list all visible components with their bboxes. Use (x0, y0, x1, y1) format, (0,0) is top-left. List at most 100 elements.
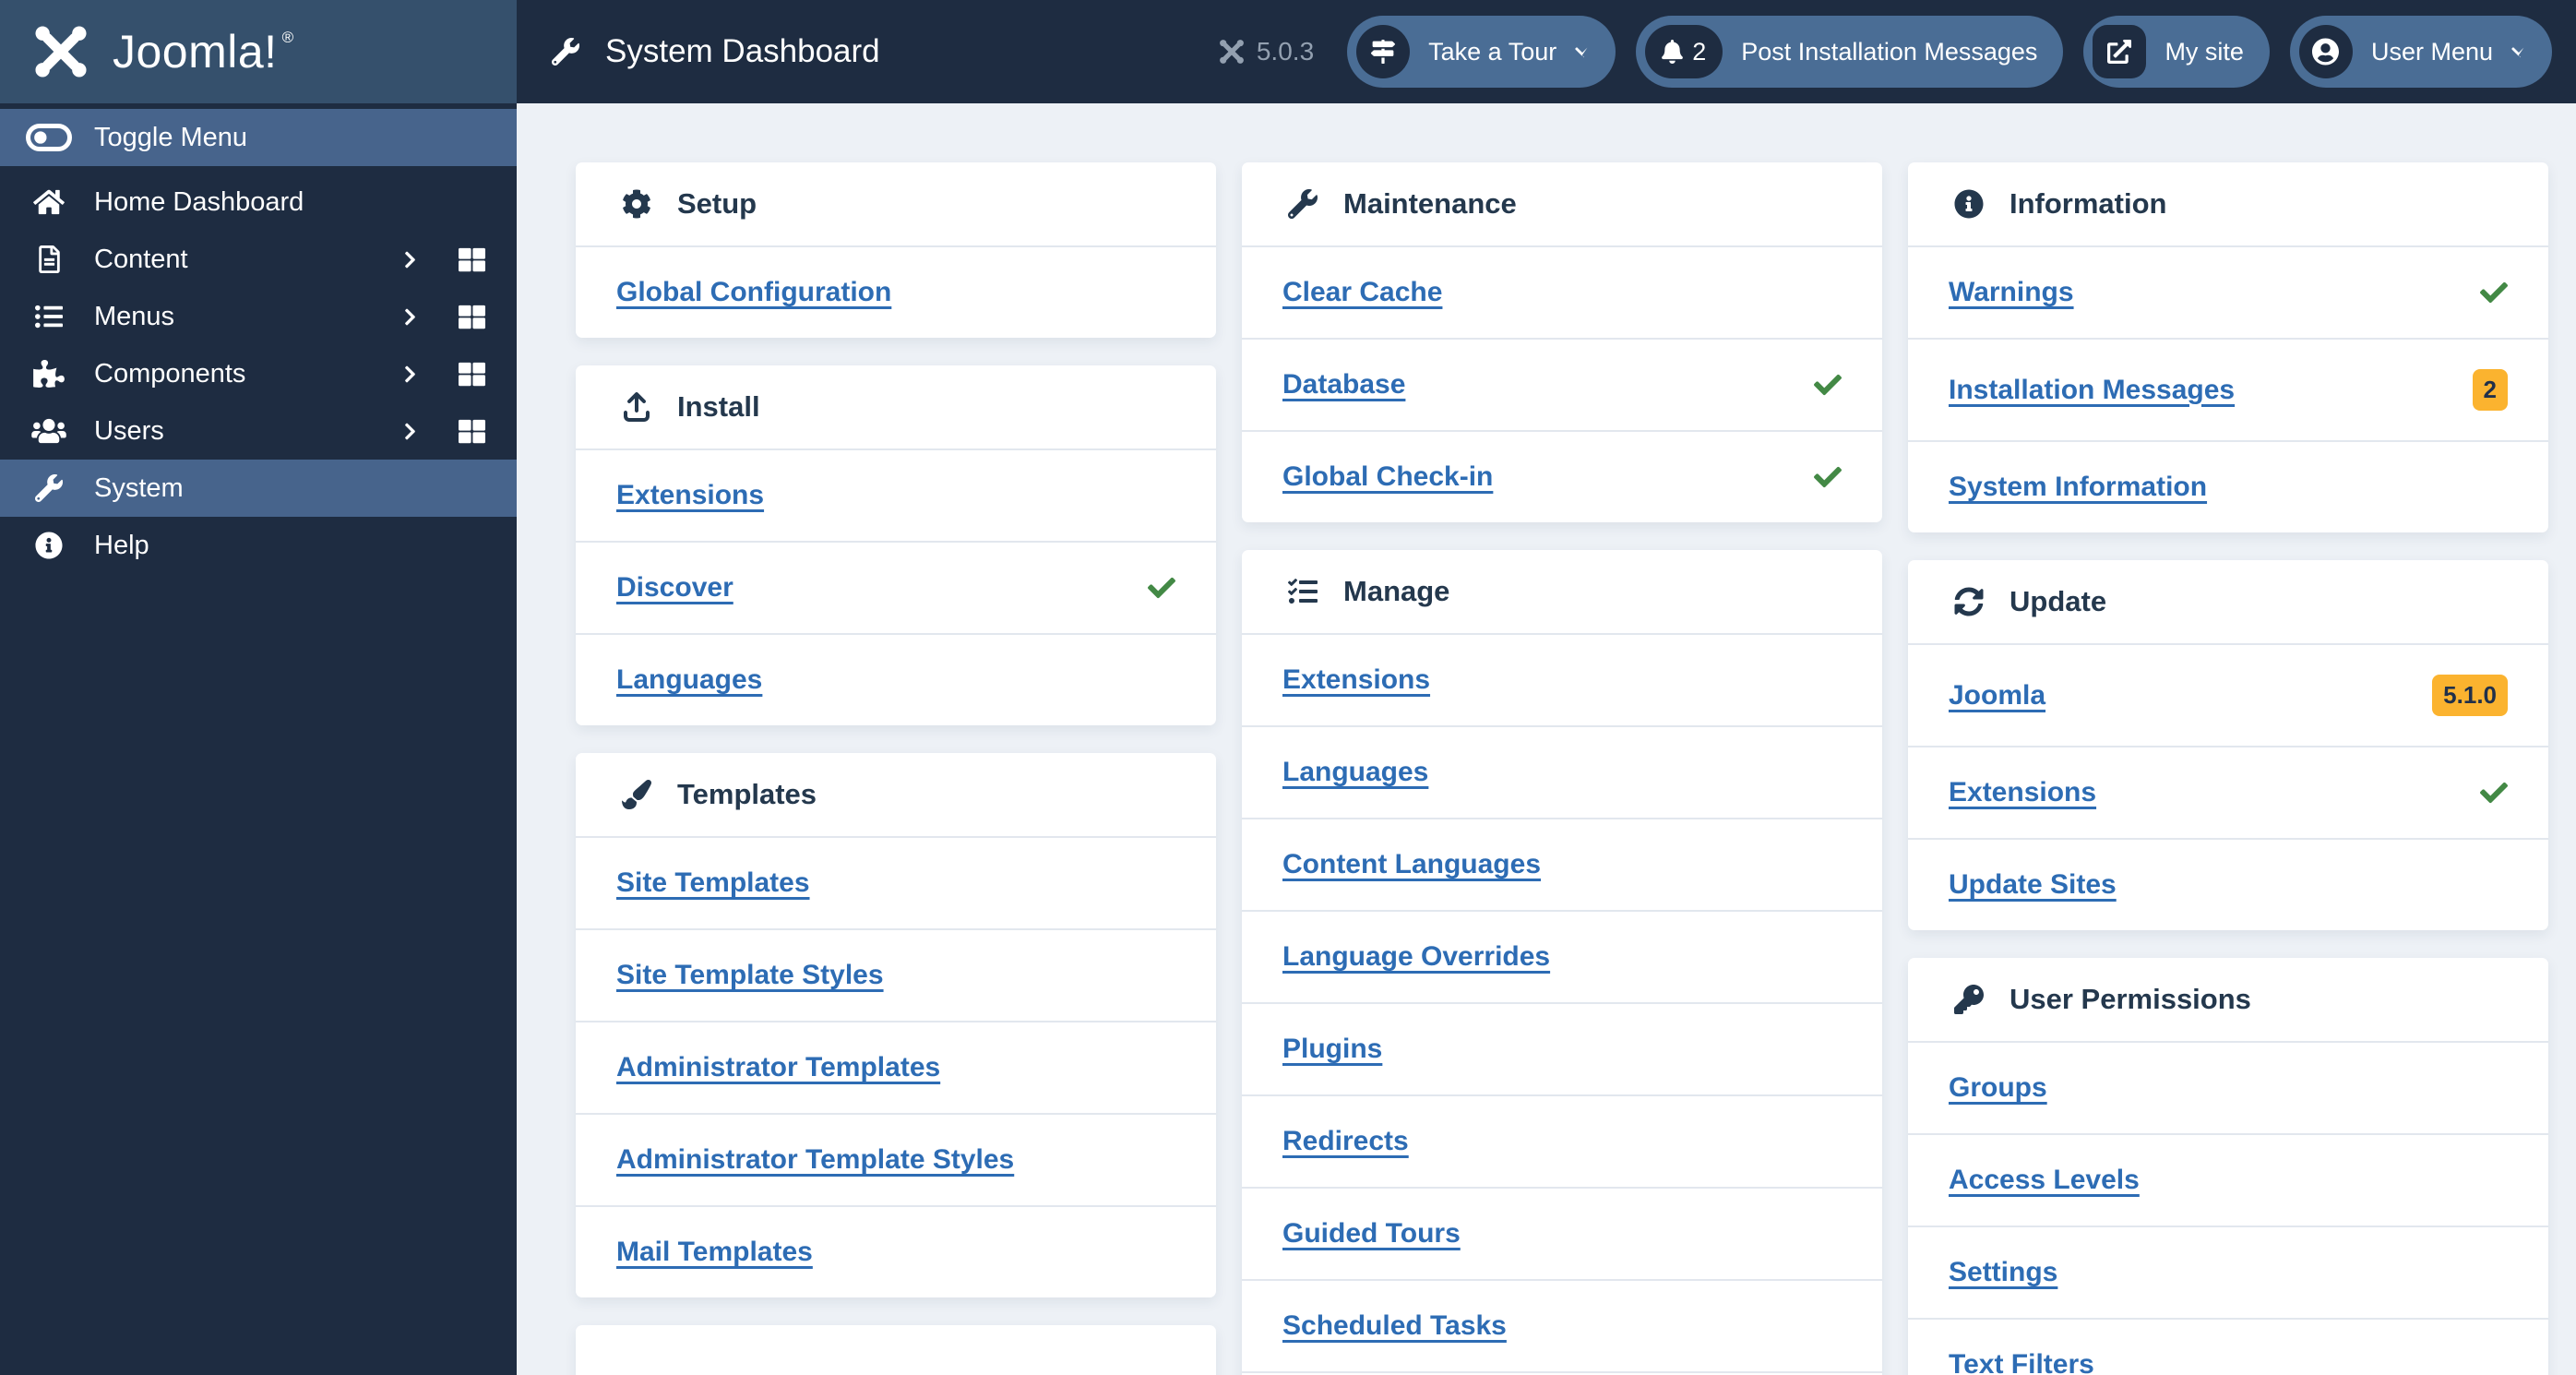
key-icon (1954, 985, 1984, 1014)
card-title: User Permissions (2010, 983, 2251, 1015)
link-mail-templates[interactable]: Mail Templates (616, 1237, 813, 1268)
wrench-icon (1288, 189, 1318, 219)
card-header: Maintenance (1242, 162, 1882, 247)
link-clear-cache[interactable]: Clear Cache (1282, 277, 1442, 308)
check-icon (2480, 279, 2508, 306)
card-row: Extensions (1242, 635, 1882, 727)
signpost-icon (1371, 40, 1396, 64)
info-icon (35, 532, 63, 559)
card-maintenance: Maintenance Clear Cache Database Global Che… (1242, 162, 1882, 522)
link-site-templates[interactable]: Site Templates (616, 867, 810, 899)
sidebar-item-label: Content (94, 244, 188, 274)
take-a-tour-button[interactable]: Take a Tour (1347, 16, 1616, 88)
pill-icon-bubble (2093, 25, 2147, 78)
link-database[interactable]: Database (1282, 369, 1405, 401)
link-access-levels[interactable]: Access Levels (1949, 1165, 2140, 1196)
link-extensions[interactable]: Extensions (1949, 777, 2096, 808)
card-row: Administrator Templates (576, 1022, 1216, 1115)
users-icon (31, 417, 66, 445)
sidebar-item-system[interactable]: System (0, 460, 517, 517)
dashboard-column-1: Setup Global Configuration Install Extensio… (576, 162, 1216, 1375)
home-icon (33, 188, 65, 216)
link-guided-tours[interactable]: Guided Tours (1282, 1218, 1461, 1249)
list-icon (35, 303, 63, 330)
card-row: Scheduled Tasks (1242, 1281, 1882, 1373)
header-actions: 5.0.3 Take a Tour 2 Post Installation Mess… (1218, 16, 2552, 88)
card-header: Information (1908, 162, 2548, 247)
card-header: User Permissions (1908, 958, 2548, 1043)
user-icon (2312, 38, 2340, 66)
sidebar-item-help[interactable]: Help (0, 517, 517, 574)
link-redirects[interactable]: Redirects (1282, 1126, 1409, 1157)
card-row: Text Filters (1908, 1320, 2548, 1375)
card-title: Manage (1343, 575, 1450, 607)
link-text-filters[interactable]: Text Filters (1949, 1349, 2094, 1375)
my-site-button[interactable]: My site (2083, 16, 2270, 88)
card-row: Site Templates (576, 838, 1216, 930)
link-system-information[interactable]: System Information (1949, 472, 2207, 503)
sidebar-item-menus[interactable]: Menus (0, 288, 517, 345)
card-title: Information (2010, 187, 2167, 220)
link-installation-messages[interactable]: Installation Messages (1949, 375, 2235, 406)
sidebar-item-users[interactable]: Users (0, 402, 517, 460)
card-header: Setup (576, 162, 1216, 247)
chevron-right-icon (404, 307, 416, 327)
card-row: Languages (576, 635, 1216, 725)
dashboard-grid-button[interactable] (459, 304, 485, 330)
link-administrator-template-styles[interactable]: Administrator Template Styles (616, 1144, 1014, 1176)
dashboard-grid-button[interactable] (459, 418, 485, 445)
link-discover[interactable]: Discover (616, 572, 733, 604)
card-row: Warnings (1908, 247, 2548, 340)
toggle-menu-button[interactable]: Toggle Menu (0, 109, 517, 166)
link-plugins[interactable]: Plugins (1282, 1034, 1382, 1065)
check-icon (1814, 463, 1842, 491)
joomla-logo: Joomla! ® (0, 0, 517, 103)
dashboard-grid-button[interactable] (459, 246, 485, 273)
pill-count: 2 (1692, 37, 1707, 66)
link-global-configuration[interactable]: Global Configuration (616, 277, 891, 308)
pill-icon-bubble: 2 (1645, 25, 1723, 78)
dashboard-grid-button[interactable] (459, 361, 485, 388)
card-row: Discover (576, 543, 1216, 635)
link-site-template-styles[interactable]: Site Template Styles (616, 960, 884, 991)
post-installation-messages-button[interactable]: 2 Post Installation Messages (1636, 16, 2064, 88)
card-information: Information Warnings Installation Messages… (1908, 162, 2548, 532)
sidebar-item-home-dashboard[interactable]: Home Dashboard (0, 173, 517, 231)
joomla-icon (1218, 38, 1246, 66)
brand-wordmark: Joomla! (113, 26, 278, 78)
link-extensions[interactable]: Extensions (616, 480, 764, 511)
joomla-icon (31, 22, 90, 81)
link-update-sites[interactable]: Update Sites (1949, 869, 2117, 901)
link-languages[interactable]: Languages (616, 664, 762, 696)
link-global-check-in[interactable]: Global Check-in (1282, 461, 1493, 493)
link-scheduled-tasks[interactable]: Scheduled Tasks (1282, 1310, 1507, 1342)
link-warnings[interactable]: Warnings (1949, 277, 2074, 308)
dashboard-columns: Setup Global Configuration Install Extensio… (576, 162, 2548, 1375)
link-joomla[interactable]: Joomla (1949, 680, 2045, 711)
sync-icon (1954, 587, 1984, 616)
card-header: Update (1908, 560, 2548, 645)
brush-icon (622, 780, 651, 809)
link-content-languages[interactable]: Content Languages (1282, 849, 1541, 880)
chevron-right-icon (404, 250, 416, 269)
user-menu-button[interactable]: User Menu (2289, 16, 2552, 88)
chevron-down-icon (1575, 43, 1590, 60)
link-settings[interactable]: Settings (1949, 1257, 2057, 1288)
link-languages[interactable]: Languages (1282, 757, 1428, 788)
sidebar-item-label: System (94, 472, 184, 503)
card-row: Guided Tours (1242, 1189, 1882, 1281)
sidebar-item-components[interactable]: Components (0, 345, 517, 402)
joomla-version: 5.0.3 (1218, 37, 1314, 66)
wrench-icon (35, 474, 63, 502)
link-administrator-templates[interactable]: Administrator Templates (616, 1052, 940, 1083)
app-header: System Dashboard 5.0.3 Take a Tour 2 Post … (517, 0, 2576, 103)
link-language-overrides[interactable]: Language Overrides (1282, 941, 1550, 973)
card-header: Manage (1242, 550, 1882, 635)
sidebar-item-content[interactable]: Content (0, 231, 517, 288)
card-title: Maintenance (1343, 187, 1517, 220)
link-extensions[interactable]: Extensions (1282, 664, 1430, 696)
card-header: Templates (576, 753, 1216, 838)
pill-label: My site (2165, 37, 2244, 66)
document-icon (38, 245, 60, 273)
link-groups[interactable]: Groups (1949, 1072, 2047, 1104)
